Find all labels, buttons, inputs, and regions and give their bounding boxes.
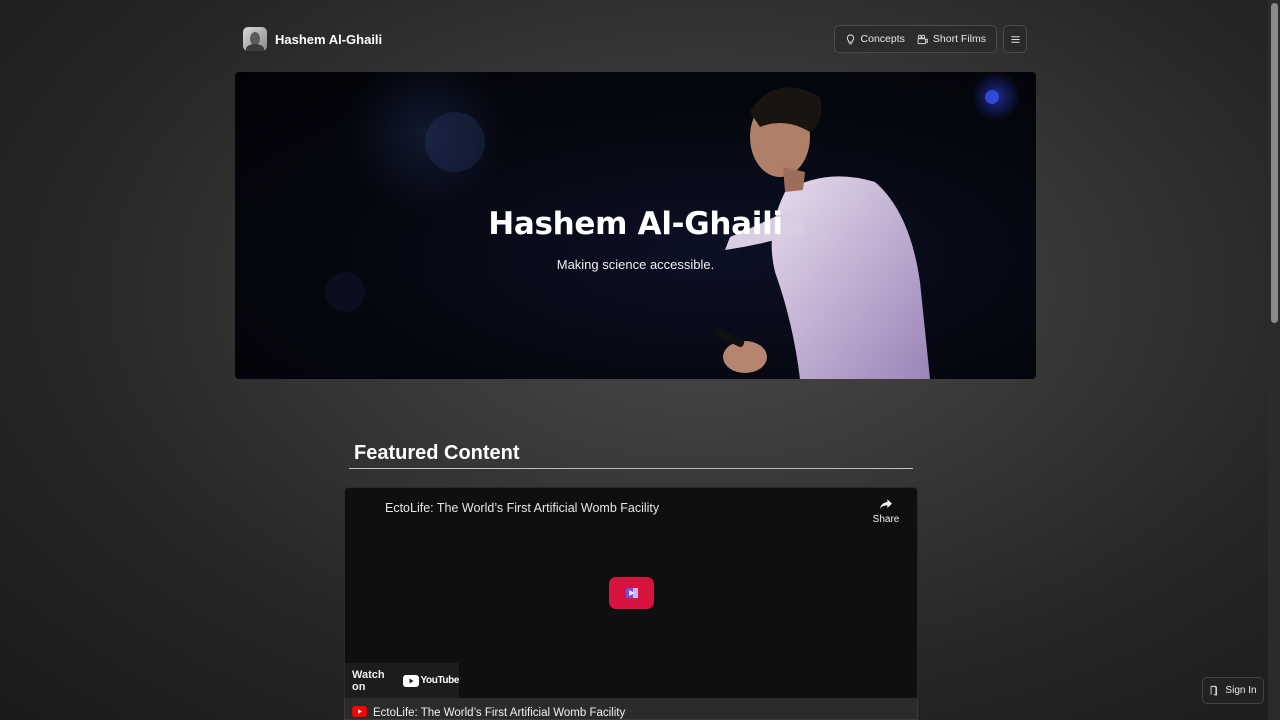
video-caption-title: EctoLife: The World’s First Artificial W…	[373, 707, 626, 719]
video-title[interactable]: EctoLife: The World’s First Artificial W…	[385, 501, 659, 515]
brand-name: Hashem Al-Ghaili	[275, 31, 383, 47]
watch-on-label: Watch on	[352, 668, 385, 693]
sign-in-icon	[1211, 685, 1218, 696]
brand-link[interactable]: Hashem Al-Ghaili	[243, 27, 382, 51]
share-button[interactable]: Share	[872, 496, 900, 525]
nav-link-concepts[interactable]: Concepts	[839, 26, 911, 52]
site-header: Hashem Al-Ghaili Concepts Short Films	[243, 24, 1027, 54]
share-label: Share	[872, 514, 900, 525]
video-player[interactable]: EctoLife: The World’s First Artificial W…	[344, 487, 918, 699]
play-icon	[625, 588, 638, 598]
sign-in-label: Sign In	[1225, 685, 1257, 696]
hamburger-menu-icon	[1010, 35, 1020, 43]
hero-subtitle: Making science accessible.	[556, 257, 715, 272]
nav-link-label: Concepts	[860, 33, 905, 45]
hero-banner: Hashem Al-Ghaili Making science accessib…	[235, 72, 1036, 379]
film-icon	[917, 34, 928, 44]
youtube-logo-icon: YouTube	[402, 674, 459, 687]
menu-button[interactable]	[1003, 25, 1027, 53]
hero-title: Hashem Al-Ghaili	[488, 206, 783, 242]
featured-heading: Featured Content	[354, 442, 520, 464]
nav-right: Concepts Short Films	[833, 25, 1027, 53]
sign-in-button[interactable]: Sign In	[1202, 677, 1264, 704]
avatar	[243, 27, 267, 51]
nav-link-short-films[interactable]: Short Films	[911, 26, 992, 52]
video-caption-bar[interactable]: EctoLife: The World’s First Artificial W…	[344, 699, 918, 720]
nav-link-label: Short Films	[932, 33, 986, 45]
featured-divider	[349, 468, 913, 469]
play-button[interactable]	[609, 577, 654, 609]
scrollbar-thumb[interactable]	[1271, 3, 1278, 323]
youtube-icon	[352, 696, 367, 720]
lightbulb-icon	[846, 34, 854, 44]
nav-group: Concepts Short Films	[833, 25, 997, 53]
share-icon	[880, 499, 892, 509]
page-scrollbar[interactable]	[1268, 0, 1280, 720]
watch-on-youtube-link[interactable]: Watch on YouTube	[345, 663, 459, 698]
